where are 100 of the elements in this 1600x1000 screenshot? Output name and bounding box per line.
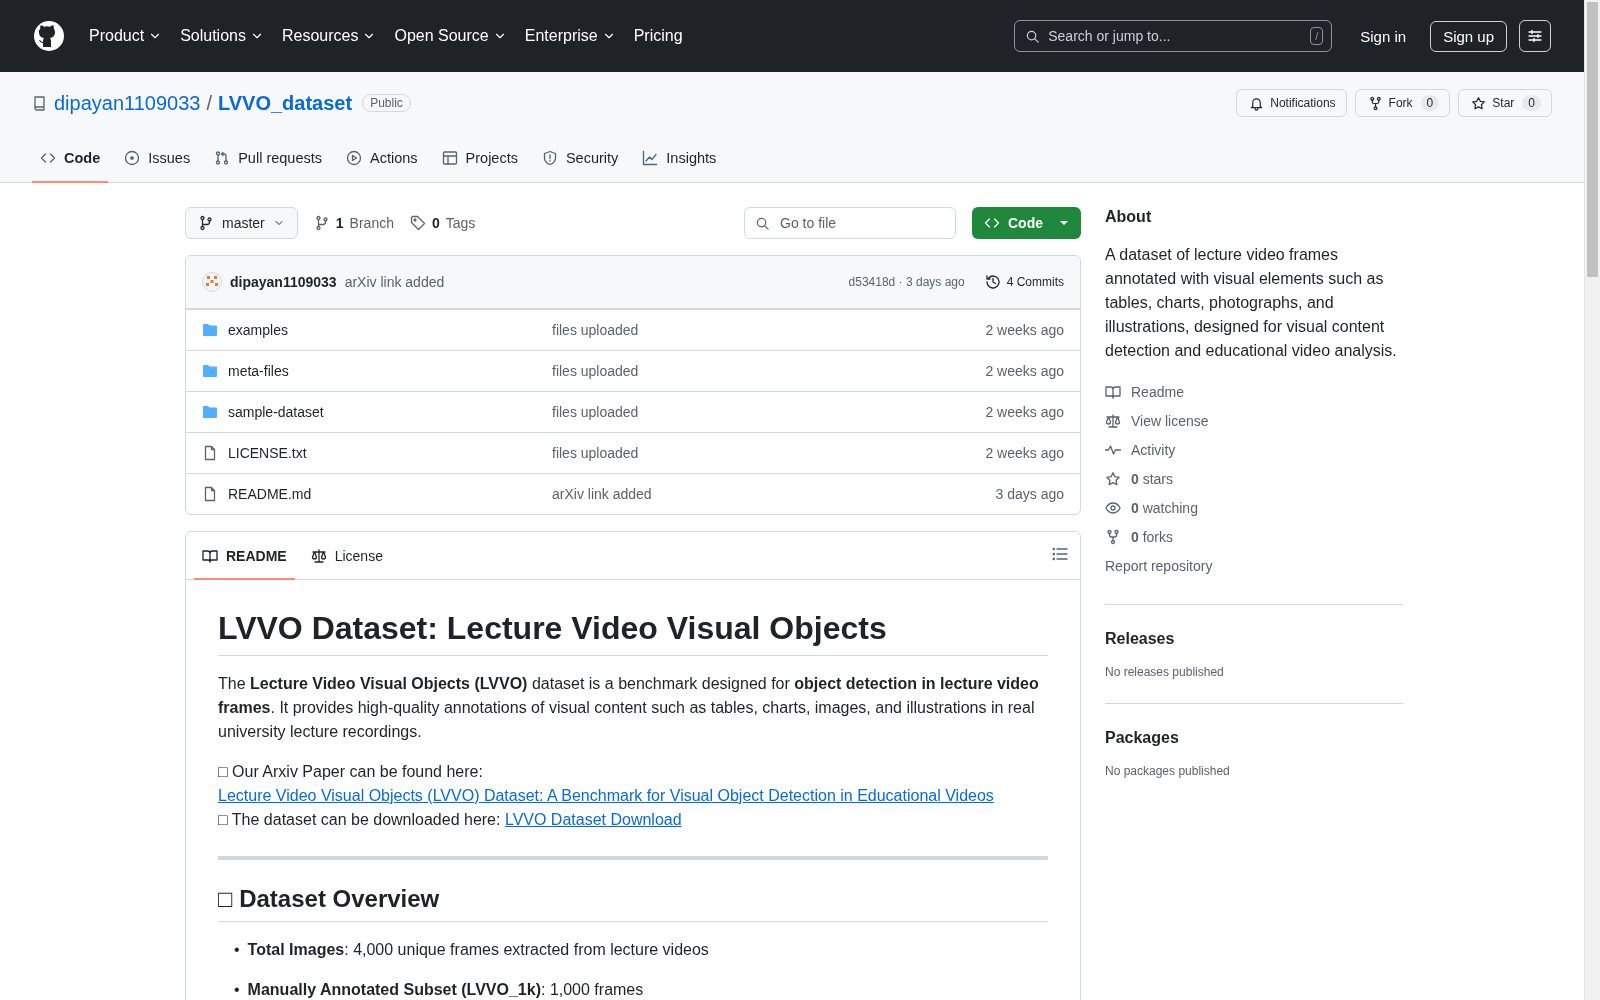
- search-icon: [1025, 28, 1041, 44]
- inline-link[interactable]: LVVO Dataset Download: [504, 811, 682, 828]
- go-to-file-field[interactable]: Go to file: [744, 207, 956, 239]
- scale-icon: [310, 547, 327, 564]
- releases-note: No releases published: [1105, 665, 1225, 679]
- repo-tab[interactable]: Actions: [338, 135, 426, 183]
- shortcut-key: /: [1310, 27, 1324, 45]
- nav-menu[interactable]: Product: [89, 27, 173, 45]
- repo-tab[interactable]: Issues: [116, 135, 199, 183]
- scrollbar-thumb[interactable]: [1587, 2, 1598, 277]
- folder-icon: [202, 322, 218, 338]
- about-link[interactable]: Activity: [1105, 435, 1403, 464]
- scale-icon: [1105, 412, 1121, 429]
- commit-message: files uploaded: [552, 404, 640, 420]
- about-link[interactable]: View license: [1105, 406, 1403, 435]
- commits-link[interactable]: 4 Commits: [984, 274, 1064, 290]
- nav-menu[interactable]: Solutions: [180, 27, 274, 45]
- repo-tab[interactable]: Pull requests: [206, 135, 330, 183]
- cat-logo[interactable]: [33, 20, 65, 52]
- commit-time: 2 weeks ago: [985, 363, 1064, 379]
- menu-button[interactable]: [1519, 20, 1551, 52]
- branch-icon: [198, 215, 214, 231]
- branch-icon: [313, 215, 330, 231]
- report-link[interactable]: Report repository: [1105, 551, 1403, 580]
- repo-icon: [32, 95, 48, 111]
- code-button[interactable]: Code: [972, 207, 1081, 239]
- nav-menu[interactable]: Pricing: [633, 27, 693, 45]
- about-link[interactable]: 0 forks: [1105, 522, 1403, 551]
- sign-in-link[interactable]: Sign in: [1352, 21, 1415, 51]
- repo-name-link[interactable]: LVVO_dataset: [218, 91, 353, 115]
- path-separator: /: [206, 91, 212, 115]
- commit-author-link[interactable]: dipayan1109033: [230, 274, 337, 290]
- shield-icon: [541, 150, 558, 166]
- repo-tab[interactable]: Projects: [433, 135, 526, 183]
- file-icon: [202, 486, 218, 502]
- file-name-link[interactable]: sample-dataset: [228, 404, 324, 420]
- readme-tab[interactable]: License: [302, 533, 391, 580]
- repo-tab[interactable]: Security: [533, 135, 627, 183]
- branches-link[interactable]: 1 Branch: [313, 215, 394, 231]
- list-item: Total Images: 4,000 unique frames extracted from lecture videos: [247, 940, 709, 960]
- about-link[interactable]: 0 watching: [1105, 493, 1403, 522]
- fork-icon: [1367, 95, 1383, 111]
- bullet-mark: •: [234, 980, 240, 1000]
- commit-message: files uploaded: [552, 445, 640, 461]
- history-icon: [984, 274, 1001, 290]
- commit-message: files uploaded: [552, 363, 640, 379]
- play-icon: [346, 150, 362, 166]
- commit-time: 2 weeks ago: [985, 404, 1064, 420]
- avatar-icon[interactable]: [202, 272, 222, 292]
- releases-heading: Releases: [1105, 629, 1176, 649]
- commit-time: 2 weeks ago: [985, 445, 1064, 461]
- intro-paragraph: The Lecture Video Visual Objects (LVVO) dataset is a benchmark designed for object detection in lecture video frames. It provides high-quality annotations of visual content such as tables, charts, images, and illustrations in real university lecture recordings.: [218, 674, 1040, 742]
- caret-icon: [1059, 218, 1069, 228]
- commit-message: files uploaded: [552, 322, 640, 338]
- commit-time: 3 days ago: [995, 486, 1064, 502]
- bullet-mark: •: [234, 940, 240, 960]
- packages-heading: Packages: [1105, 728, 1180, 748]
- folder-icon: [202, 404, 218, 420]
- nav-menu[interactable]: Resources: [281, 27, 387, 45]
- readme-tab[interactable]: README: [194, 533, 295, 580]
- commit-hash-time: d53418d · 3 days ago: [848, 275, 965, 289]
- list-item: Manually Annotated Subset (LVVO_1k): 1,000 frames: [247, 980, 644, 1000]
- about-heading: About: [1105, 207, 1153, 227]
- fork-icon: [1105, 528, 1121, 545]
- file-name-link[interactable]: meta-files: [228, 363, 289, 379]
- eye-icon: [1105, 499, 1121, 516]
- table-icon: [441, 150, 458, 166]
- tags-link[interactable]: 0 Tags: [409, 215, 476, 231]
- pull-request-icon: [214, 150, 231, 166]
- tag-icon: [409, 215, 426, 231]
- packages-note: No packages published: [1105, 764, 1231, 778]
- readme-title: LVVO Dataset: Lecture Video Visual Objects: [218, 608, 1048, 656]
- nav-menu[interactable]: Enterprise: [524, 27, 626, 45]
- star-icon: [1471, 95, 1487, 111]
- link-line-text: □ The dataset can be downloaded here:: [218, 811, 501, 828]
- file-name-link[interactable]: README.md: [228, 486, 312, 502]
- about-link[interactable]: Readme: [1105, 377, 1403, 406]
- about-description: A dataset of lecture video frames annotated with visual elements such as tables, charts, photographs, and illustrations, designed for visual content detection and educational video analysis.: [1105, 245, 1398, 361]
- star-button[interactable]: Star 0: [1458, 89, 1552, 117]
- folder-icon: [202, 363, 218, 379]
- commit-message-link[interactable]: arXiv link added: [344, 274, 445, 290]
- nav-menu[interactable]: Open Source: [394, 27, 517, 45]
- code-icon: [40, 150, 56, 166]
- search-field[interactable]: Search or jump to... /: [1014, 20, 1333, 52]
- file-icon: [202, 445, 218, 461]
- about-link[interactable]: 0 stars: [1105, 464, 1403, 493]
- fork-button[interactable]: Fork 0: [1354, 89, 1451, 117]
- section-heading: □ Dataset Overview: [218, 884, 1048, 922]
- commit-message: arXiv link added: [552, 486, 653, 502]
- sign-up-button[interactable]: Sign up: [1430, 20, 1507, 52]
- file-name-link[interactable]: examples: [228, 322, 288, 338]
- notifications-button[interactable]: Notifications: [1236, 89, 1347, 117]
- graph-icon: [642, 150, 659, 166]
- branch-selector[interactable]: master: [185, 207, 298, 239]
- repo-tab[interactable]: Insights: [634, 135, 725, 183]
- link-line-text: □ Our Arxiv Paper can be found here:: [218, 763, 483, 780]
- inline-link[interactable]: Lecture Video Visual Objects (LVVO) Dataset: A Benchmark for Visual Object Detection in Educational Videos: [218, 787, 994, 804]
- repo-tab[interactable]: Code: [32, 135, 109, 183]
- file-name-link[interactable]: LICENSE.txt: [228, 445, 307, 461]
- owner-link[interactable]: dipayan1109033: [54, 91, 201, 115]
